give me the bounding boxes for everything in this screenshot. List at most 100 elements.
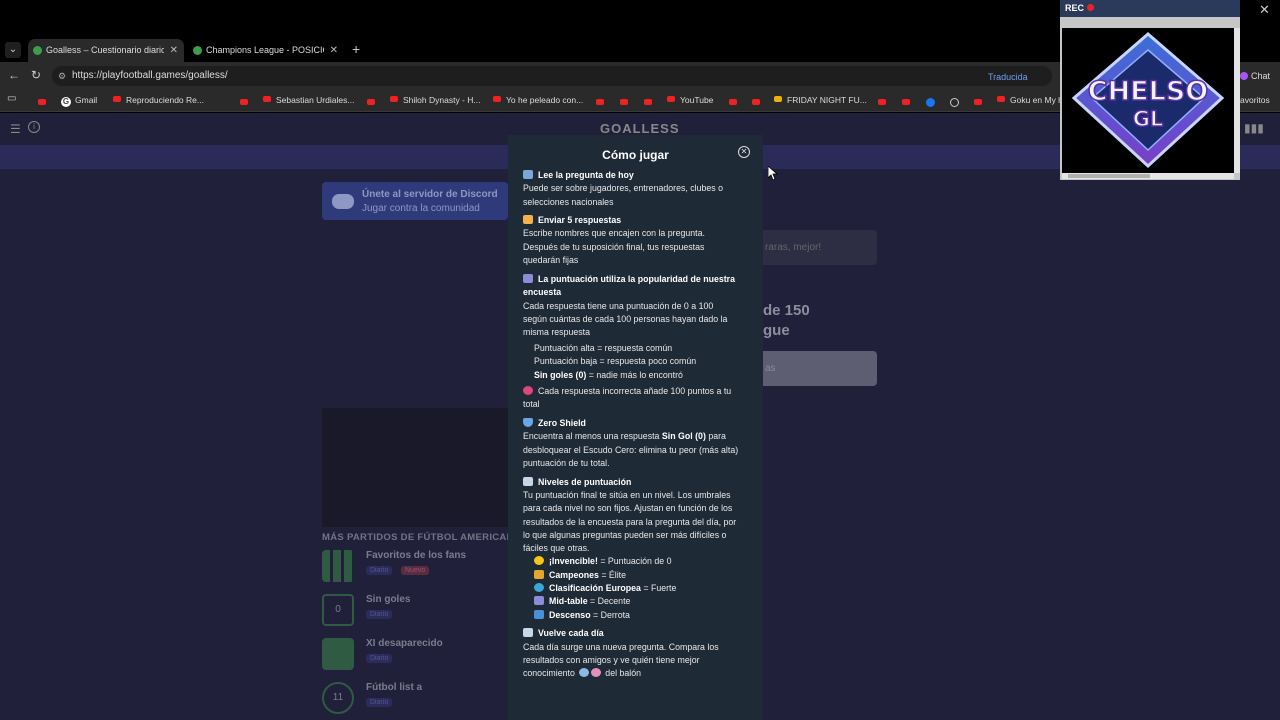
tier-item: ¡Invencible! = Puntuación de 0 xyxy=(534,555,672,568)
bookmark-label: Shiloh Dynasty - H... xyxy=(403,95,481,105)
tier-item: Campeones = Élite xyxy=(534,569,626,582)
daily-badge: Diario xyxy=(366,610,393,619)
broken-heart-icon xyxy=(523,386,533,395)
youtube-bookmark-icon[interactable] xyxy=(38,99,46,105)
youtube-bookmark-icon[interactable] xyxy=(367,99,375,105)
reload-icon[interactable]: ↻ xyxy=(31,68,41,82)
tab-champions[interactable]: Champions League - POSICIONES ✕ xyxy=(188,39,344,62)
bookmark-favorites[interactable]: avoritos xyxy=(1240,94,1270,107)
answer-input[interactable]: raras, mejor! xyxy=(763,230,877,265)
modal-text: Cada día surge una nueva pregunta. Compa… xyxy=(523,642,719,652)
daily-badge: Diario xyxy=(366,654,393,663)
bookmark-goku[interactable]: Goku en My h xyxy=(997,94,1063,107)
bookmark-peleado[interactable]: Yo he peleado con... xyxy=(493,94,583,107)
globe-bookmark-icon[interactable] xyxy=(950,98,959,107)
new-badge: Nuevo xyxy=(401,566,430,575)
screen: ⌄ Goalless – Cuestionario diario de f ✕ … xyxy=(0,0,1280,720)
down-arrow-icon xyxy=(534,610,544,619)
section-heading: Vuelve cada día xyxy=(523,627,604,640)
youtube-bookmark-icon[interactable] xyxy=(596,99,604,105)
stats-icon[interactable]: ▮▮▮ xyxy=(1244,121,1264,135)
overlay-horizontal-scrollbar[interactable] xyxy=(1062,173,1234,179)
section-heading: Niveles de puntuación xyxy=(523,476,631,489)
modal-text: Tu puntuación final te sitúa en un nivel… xyxy=(523,490,731,500)
back-arrow-icon[interactable]: ← xyxy=(8,68,20,82)
bookmark-label: Sebastian Urdiales... xyxy=(276,95,355,105)
modal-text: Puntuación baja = respuesta poco común xyxy=(534,356,697,366)
info-icon[interactable]: i xyxy=(28,121,40,133)
tab-goalless[interactable]: Goalless – Cuestionario diario de f ✕ xyxy=(28,39,184,62)
facebook-bookmark-icon[interactable] xyxy=(926,98,935,107)
bookmark-label: FRIDAY NIGHT FU... xyxy=(787,95,867,105)
pitch-icon xyxy=(322,638,354,670)
bookmark-gmail[interactable]: G Gmail xyxy=(61,94,97,107)
chelso-logo-icon: CHELSO GL xyxy=(1071,32,1225,169)
modal-text: Cada respuesta tiene una puntuación de 0… xyxy=(523,301,714,311)
youtube-bookmark-icon[interactable] xyxy=(644,99,652,105)
modal-text: desbloquear el Escudo Cero: elimina tu p… xyxy=(523,445,739,455)
modal-text: fáciles que otras. xyxy=(523,543,590,553)
modal-text: Escribe nombres que encajen con la pregu… xyxy=(523,228,705,238)
game-title: XI desaparecido xyxy=(366,638,443,649)
tier-item: Clasificación Europea = Fuerte xyxy=(534,582,676,595)
new-tab-plus-icon[interactable]: + xyxy=(352,40,360,58)
discord-banner[interactable]: Únete al servidor de Discord Jugar contr… xyxy=(322,182,508,220)
modal-text: Encuentra al menos una respuesta Sin Gol… xyxy=(523,431,726,441)
bookmark-label: Yo he peleado con... xyxy=(506,95,584,105)
hamburger-menu-icon[interactable]: ☰ xyxy=(10,122,21,136)
game-card-fans[interactable]: Favoritos de los fans Diario Nuevo xyxy=(322,547,512,583)
youtube-bookmark-icon[interactable] xyxy=(729,99,737,105)
discord-icon xyxy=(332,194,354,209)
modal-text: Sin goles (0) = nadie más lo encontró xyxy=(534,370,683,380)
submit-button[interactable]: as xyxy=(763,351,877,386)
modal-text: total xyxy=(523,399,540,409)
youtube-icon xyxy=(263,96,271,102)
site-logo[interactable]: GOALLESS xyxy=(600,121,680,136)
tab-close-icon[interactable]: ✕ xyxy=(170,39,178,62)
trophy-icon xyxy=(534,570,544,579)
bookmarks-menu-icon[interactable]: ▭ xyxy=(7,93,16,104)
bookmark-reproduciendo[interactable]: Reproduciendo Re... xyxy=(113,94,204,107)
youtube-bookmark-icon[interactable] xyxy=(878,99,886,105)
youtube-bookmark-icon[interactable] xyxy=(974,99,982,105)
chat-label: Chat xyxy=(1251,71,1271,81)
translate-chip[interactable]: Traducida xyxy=(988,72,1028,82)
book-icon xyxy=(523,170,533,179)
youtube-bookmark-icon[interactable] xyxy=(752,99,760,105)
modal-text: lo que algunas preguntas pueden ser más … xyxy=(523,530,727,540)
bookmark-sebastian[interactable]: Sebastian Urdiales... xyxy=(263,94,354,107)
url-text: https://playfootball.games/goalless/ xyxy=(72,70,228,81)
bookmark-friday[interactable]: FRIDAY NIGHT FU... xyxy=(774,94,867,107)
youtube-bookmark-icon[interactable] xyxy=(240,99,248,105)
game-card-sin-goles[interactable]: 0 Sin goles Diario xyxy=(322,591,512,627)
chat-button[interactable]: Chat xyxy=(1240,71,1270,81)
address-bar[interactable]: ⚙ https://playfootball.games/goalless/ xyxy=(52,66,1052,86)
site-info-icon[interactable]: ⚙ xyxy=(58,66,66,86)
close-icon[interactable]: ✕ xyxy=(738,146,750,158)
window-close-icon[interactable]: ✕ xyxy=(1259,2,1270,18)
youtube-bookmark-icon[interactable] xyxy=(902,99,910,105)
star-icon xyxy=(534,556,544,565)
modal-text: resultados de la encuesta para la pregun… xyxy=(523,517,737,527)
headline-line: gue xyxy=(763,322,790,339)
game-card-futbol-lista[interactable]: 11 Fútbol list a Diario xyxy=(322,679,512,715)
calendar-icon xyxy=(523,628,533,637)
tab-search-chevron-icon[interactable]: ⌄ xyxy=(5,42,21,58)
shield-icon xyxy=(523,418,533,427)
bookmark-shiloh[interactable]: Shiloh Dynasty - H... xyxy=(390,94,480,107)
modal-text: puntuación de tu total. xyxy=(523,458,610,468)
ball-icon xyxy=(579,668,590,677)
overlay-vertical-scrollbar[interactable] xyxy=(1234,28,1240,173)
tab-close-icon[interactable]: ✕ xyxy=(330,39,338,62)
discord-title: Únete al servidor de Discord xyxy=(362,189,498,200)
bar-chart-icon xyxy=(523,274,533,283)
headline-line: de 150 xyxy=(763,302,810,319)
bookmark-label: Goku en My h xyxy=(1010,95,1063,105)
game-card-xi[interactable]: XI desaparecido Diario xyxy=(322,635,512,671)
recording-overlay: REC CHELSO GL xyxy=(1060,0,1240,180)
youtube-bookmark-icon[interactable] xyxy=(620,99,628,105)
modal-text: Puede ser sobre jugadores, entrenadores,… xyxy=(523,183,724,193)
bookmark-youtube[interactable]: YouTube xyxy=(667,94,713,107)
scrollbar-thumb[interactable] xyxy=(1068,174,1150,178)
goal-icon: 0 xyxy=(322,594,354,626)
